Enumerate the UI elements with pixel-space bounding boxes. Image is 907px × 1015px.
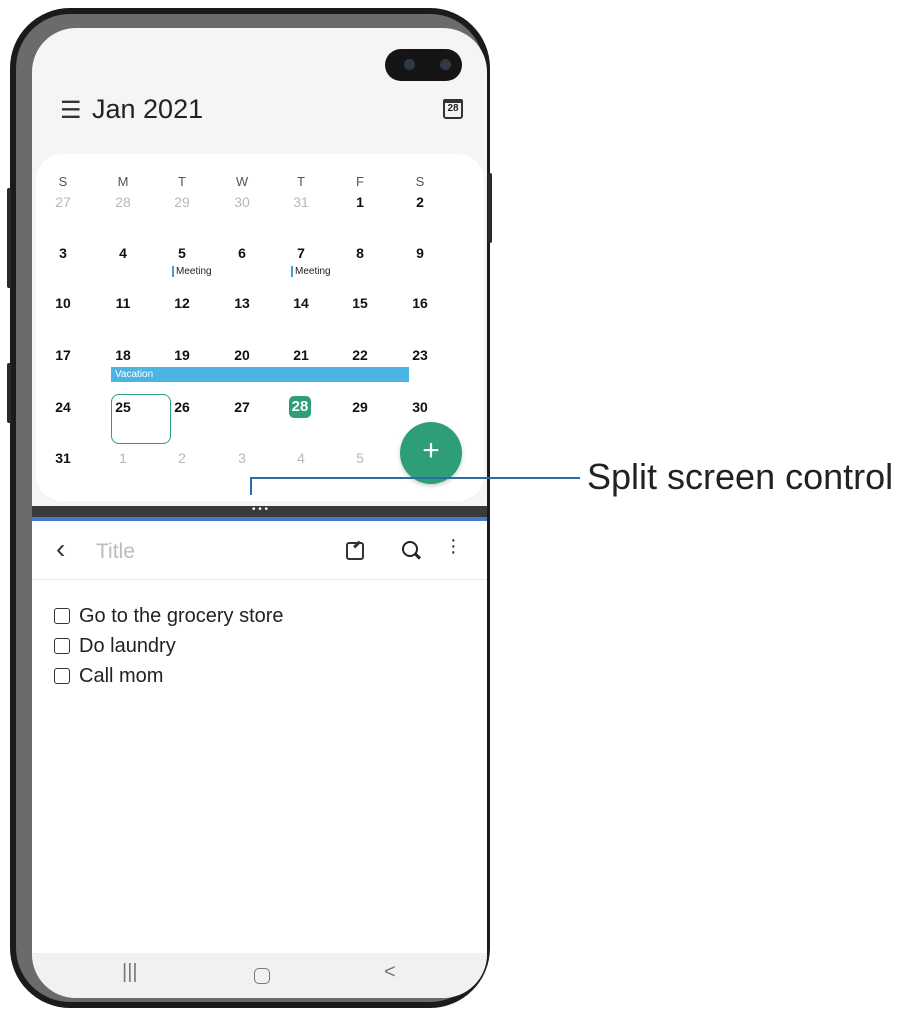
day-cell[interactable]: 3 — [217, 450, 267, 466]
checklist-item[interactable]: Call mom — [54, 661, 284, 691]
weekday-label: F — [356, 174, 364, 189]
day-cell[interactable]: 31 — [38, 450, 88, 466]
day-cell[interactable]: 9 — [395, 245, 445, 261]
event-chip[interactable]: Meeting — [172, 266, 212, 277]
front-camera — [385, 49, 462, 81]
day-cell[interactable]: 27 — [217, 399, 267, 415]
month-title[interactable]: Jan 2021 — [92, 94, 203, 125]
day-cell[interactable]: 2 — [157, 450, 207, 466]
weekday-label: M — [117, 174, 129, 189]
calendar-header: ☰ Jan 2021 28 — [32, 88, 487, 134]
phone-frame: ☰ Jan 2021 28 S M T W T F S 27 28 29 30 … — [7, 8, 492, 1008]
search-icon[interactable] — [402, 541, 418, 557]
split-screen-divider[interactable]: • • • — [32, 505, 487, 521]
navigation-bar: ||| < — [32, 953, 487, 998]
day-cell[interactable]: 6 — [217, 245, 267, 261]
day-cell[interactable]: 5 — [157, 245, 207, 261]
day-cell[interactable]: 7 — [276, 245, 326, 261]
event-chip[interactable]: Meeting — [291, 266, 331, 277]
camera-lens — [440, 59, 451, 70]
day-cell[interactable]: 1 — [335, 194, 385, 210]
home-button[interactable] — [254, 968, 270, 984]
day-cell[interactable]: 28 — [98, 194, 148, 210]
day-cell[interactable]: 10 — [38, 295, 88, 311]
day-cell[interactable]: 12 — [157, 295, 207, 311]
checklist-item[interactable]: Go to the grocery store — [54, 601, 284, 631]
day-cell[interactable]: 31 — [276, 194, 326, 210]
more-options-icon[interactable]: · · · — [450, 530, 457, 562]
day-cell[interactable]: 13 — [217, 295, 267, 311]
checkbox[interactable] — [54, 608, 70, 624]
vacation-event-bar[interactable]: Vacation — [111, 367, 409, 382]
day-cell[interactable]: 21 — [276, 347, 326, 363]
weekday-label: T — [297, 174, 305, 189]
day-cell[interactable]: 30 — [395, 399, 445, 415]
day-cell[interactable]: 29 — [157, 194, 207, 210]
notes-app: ‹ Title · · · Go to the grocery store Do l… — [32, 521, 487, 953]
edit-icon[interactable] — [346, 542, 364, 560]
camera-lens — [404, 59, 415, 70]
day-cell[interactable]: 25 — [98, 399, 148, 415]
day-cell[interactable]: 5 — [335, 450, 385, 466]
volume-button — [7, 188, 11, 288]
today-day-cell[interactable]: 28 — [289, 396, 311, 418]
split-screen-control-label: Split screen control — [587, 456, 894, 497]
day-cell[interactable]: 14 — [276, 295, 326, 311]
bixby-button — [7, 363, 11, 423]
day-cell[interactable]: 30 — [217, 194, 267, 210]
split-handle-dots[interactable]: • • • — [245, 505, 275, 516]
day-cell[interactable]: 16 — [395, 295, 445, 311]
day-cell[interactable]: 4 — [98, 245, 148, 261]
day-cell[interactable]: 3 — [38, 245, 88, 261]
checklist-item-text: Do laundry — [79, 634, 176, 657]
day-cell[interactable]: 15 — [335, 295, 385, 311]
checkbox[interactable] — [54, 638, 70, 654]
day-cell[interactable]: 22 — [335, 347, 385, 363]
day-cell[interactable]: 26 — [157, 399, 207, 415]
power-button — [488, 173, 492, 243]
day-cell[interactable]: 2 — [395, 194, 445, 210]
checklist-item-text: Go to the grocery store — [79, 604, 284, 627]
notes-toolbar: ‹ Title · · · — [32, 521, 487, 580]
checklist-item-text: Call mom — [79, 664, 164, 687]
day-cell[interactable]: 17 — [38, 347, 88, 363]
weekday-label: S — [415, 174, 425, 189]
today-calendar-icon[interactable]: 28 — [443, 99, 463, 119]
day-cell[interactable]: 8 — [335, 245, 385, 261]
checkbox[interactable] — [54, 668, 70, 684]
day-cell[interactable]: 11 — [98, 295, 148, 311]
recents-button[interactable]: ||| — [122, 961, 138, 984]
checklist-item[interactable]: Do laundry — [54, 631, 284, 661]
day-cell[interactable]: 1 — [98, 450, 148, 466]
day-cell[interactable]: 20 — [217, 347, 267, 363]
weekday-label: S — [58, 174, 68, 189]
menu-icon[interactable]: ☰ — [60, 96, 82, 125]
back-arrow-icon[interactable]: ‹ — [56, 533, 65, 565]
callout-pointer — [250, 477, 252, 495]
weekday-label: T — [178, 174, 186, 189]
day-cell[interactable]: 29 — [335, 399, 385, 415]
back-button[interactable]: < — [384, 961, 396, 984]
phone-screen: ☰ Jan 2021 28 S M T W T F S 27 28 29 30 … — [32, 28, 487, 998]
day-cell[interactable]: 27 — [38, 194, 88, 210]
callout-line — [250, 477, 580, 479]
day-cell[interactable]: 19 — [157, 347, 207, 363]
day-cell[interactable]: 24 — [38, 399, 88, 415]
title-input[interactable]: Title — [96, 540, 135, 564]
weekday-label: W — [235, 174, 249, 189]
day-cell[interactable]: 18 — [98, 347, 148, 363]
add-event-button[interactable]: + — [400, 422, 462, 484]
day-cell[interactable]: 23 — [395, 347, 445, 363]
checklist: Go to the grocery store Do laundry Call … — [54, 601, 284, 691]
day-cell[interactable]: 4 — [276, 450, 326, 466]
